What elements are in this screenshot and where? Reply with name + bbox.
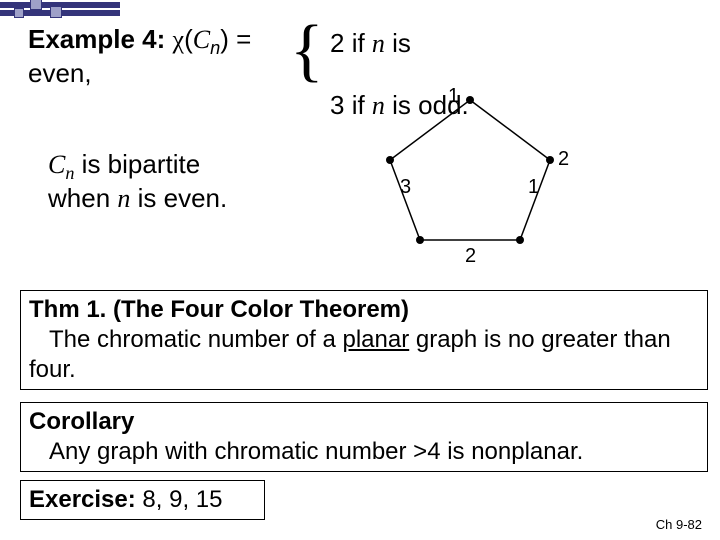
vertex-label-4: 1 (528, 176, 539, 198)
case-even: 2 if n is (330, 28, 411, 59)
bip-n2: n (117, 184, 130, 213)
bipartite-note: Cn is bipartite when n is even. (48, 150, 227, 214)
exercise-items: 8, 9, 15 (136, 486, 223, 513)
case-odd-num: 3 (330, 90, 344, 120)
bip-C: C (48, 150, 65, 179)
theorem-body: The chromatic number of a planar graph i… (29, 325, 699, 385)
corollary-text: Any graph with chromatic number >4 is no… (49, 438, 583, 465)
case-even-if: if (344, 28, 371, 58)
vertex-label-2: 2 (558, 148, 569, 170)
theorem-box: Thm 1. (The Four Color Theorem) The chro… (20, 290, 708, 390)
pentagon-graph: 1 2 3 1 2 (370, 90, 570, 250)
case-odd-if: if (344, 90, 371, 120)
bip-when: when (48, 183, 117, 213)
corner-decoration (0, 0, 120, 20)
vertex-label-1: 1 (448, 85, 459, 107)
thm-planar: planar (342, 326, 409, 353)
brace-symbol: { (290, 30, 324, 72)
exercise-title: Exercise: (29, 486, 136, 513)
thm-body-pre: The chromatic number of a (49, 326, 342, 353)
corollary-title: Corollary (29, 407, 699, 437)
corollary-box: Corollary Any graph with chromatic numbe… (20, 402, 708, 472)
case-even-n: n (372, 29, 385, 58)
open-paren: ( (184, 24, 193, 54)
close-eq: ) = (220, 24, 251, 54)
theorem-title: Thm 1. (The Four Color Theorem) (29, 295, 699, 325)
cycle-C: C (193, 25, 210, 54)
corollary-body: Any graph with chromatic number >4 is no… (29, 437, 699, 467)
case-even-tail: is (385, 28, 411, 58)
bip-line1: is bipartite (74, 149, 200, 179)
example-label: Example 4: (28, 24, 165, 54)
chi-symbol: χ (173, 25, 185, 54)
vertex-label-5: 2 (465, 245, 476, 267)
even-word: even, (28, 58, 92, 89)
exercise-box: Exercise: 8, 9, 15 (20, 480, 265, 520)
vertex-label-3: 3 (400, 176, 411, 198)
slide-number: Ch 9-82 (656, 517, 702, 532)
case-even-num: 2 (330, 28, 344, 58)
bip-even: is even. (130, 183, 227, 213)
cycle-n: n (210, 38, 220, 58)
